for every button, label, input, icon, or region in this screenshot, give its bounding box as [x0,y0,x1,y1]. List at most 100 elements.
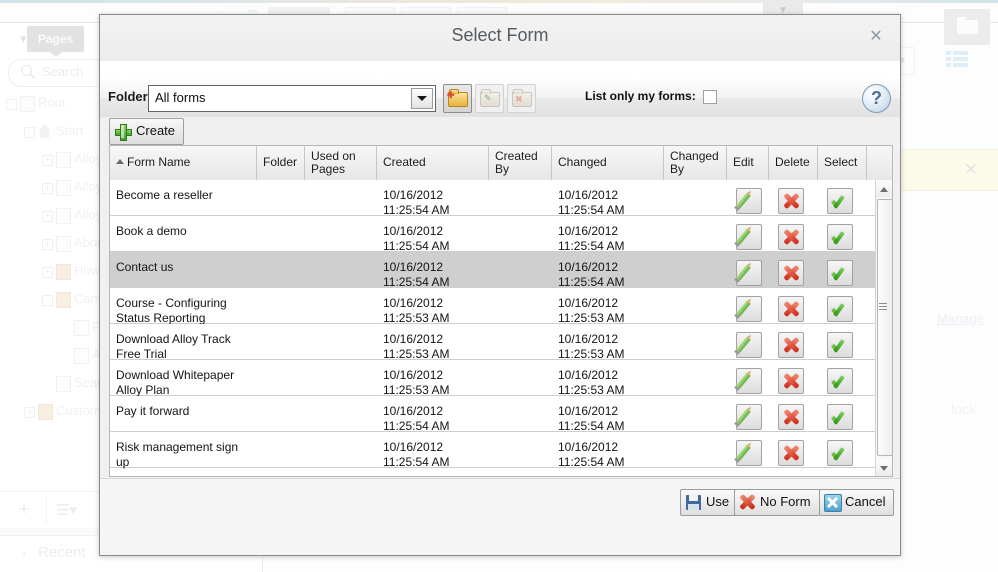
row-edit-button[interactable] [736,296,762,322]
row-delete-button[interactable] [778,440,804,466]
sort-ascending-icon [116,159,124,164]
grid-header-cell[interactable]: Created By [489,146,552,180]
grid-scrollbar[interactable] [875,180,892,476]
grid-header-cell[interactable]: Form Name [110,146,257,180]
row-select-button[interactable] [827,296,853,322]
scroll-up-button[interactable] [876,180,892,197]
tree-toggle-icon[interactable]: - [42,295,53,306]
row-edit-button[interactable] [736,332,762,358]
grid-header-cell[interactable]: Created [377,146,489,180]
close-icon[interactable]: ✕ [866,27,886,47]
tree-toggle-icon[interactable]: + [42,155,53,166]
row-edit-button[interactable] [736,188,762,214]
folder-icon [56,292,71,308]
row-delete-button[interactable] [778,188,804,214]
page-icon [74,348,89,364]
row-edit-button[interactable] [736,224,762,250]
table-row[interactable]: Risk management sign up 10/16/2012 11:25:… [110,432,876,469]
table-row[interactable]: Book a demo 10/16/2012 11:25:54 AM 10/16/2… [110,216,876,253]
grid-header-cell[interactable]: Folder [257,146,305,180]
table-cell [664,324,727,359]
tree-toggle-icon[interactable]: + [42,239,53,250]
row-select-button[interactable] [827,368,853,394]
sidebar-menu-button[interactable]: ☰▾ [56,501,77,519]
folder-button[interactable] [944,9,990,45]
row-delete-button[interactable] [778,332,804,358]
grid-header-cell[interactable]: Changed By [664,146,727,180]
create-button-label: Create [136,123,176,138]
list-only-my-forms-checkbox[interactable] [703,90,717,104]
row-select-button[interactable] [827,404,853,430]
create-button[interactable]: Create [109,118,185,145]
table-cell: Course - Configuring Status Reporting [116,296,227,325]
table-row[interactable]: Pay it forward 10/16/2012 11:25:54 AM 10/1… [110,396,876,433]
manage-link[interactable]: Manage [937,311,984,326]
chevron-down-icon[interactable] [411,88,433,109]
no-form-button[interactable]: No Form [734,489,820,516]
table-row[interactable]: Download Whitepaper Alloy Plan 10/16/2012… [110,360,876,397]
folder-label: Folder: [108,89,153,104]
select-icon [830,301,849,317]
table-cell: 10/16/2012 11:25:54 AM [383,188,450,217]
tree-toggle-icon[interactable]: + [42,211,53,222]
grid-header-label: Changed By [670,149,719,176]
table-cell [305,396,377,431]
grid-header-cell[interactable]: Select [818,146,867,180]
row-edit-button[interactable] [736,260,762,286]
tab-pages[interactable]: Pages [27,26,84,52]
use-button[interactable]: Use [680,489,739,516]
table-cell: 10/16/2012 11:25:53 AM [383,332,450,361]
row-delete-button[interactable] [778,368,804,394]
grid-header-cell[interactable]: Changed [552,146,664,180]
grid-header-cell[interactable]: Edit [727,146,769,180]
tree-toggle-icon[interactable]: - [6,99,17,110]
scrollbar-thumb[interactable] [877,199,892,456]
scroll-down-button[interactable] [876,459,892,476]
tree-toggle-icon[interactable]: + [42,267,53,278]
cancel-button[interactable]: Cancel [819,489,895,516]
grid-header-cell[interactable]: Used on Pages [305,146,377,180]
close-icon[interactable]: ✕ [964,160,978,180]
row-delete-button[interactable] [778,224,804,250]
row-select-button[interactable] [827,440,853,466]
tree-toggle-icon[interactable]: - [24,127,35,138]
table-cell: 10/16/2012 11:25:53 AM [558,368,625,397]
table-row[interactable]: Download Alloy Track Free Trial 10/16/201… [110,324,876,361]
help-icon[interactable]: ? [862,84,891,113]
row-select-button[interactable] [827,188,853,214]
select-icon [830,445,849,461]
tree-toggle-icon[interactable]: + [24,407,35,418]
no-form-button-label: No Form [760,494,811,509]
edit-icon [736,228,751,245]
table-cell [489,180,552,215]
table-cell [257,396,305,431]
grid-header-cell[interactable]: Delete [769,146,818,180]
folder-select-value: All forms [155,90,206,105]
row-select-button[interactable] [827,332,853,358]
row-edit-button[interactable] [736,368,762,394]
table-row[interactable]: Become a reseller 10/16/2012 11:25:54 AM 1… [110,180,876,217]
table-row[interactable]: Course - Configuring Status Reporting 10/… [110,288,876,325]
new-folder-button[interactable]: ✚ [443,84,472,113]
row-edit-button[interactable] [736,404,762,430]
table-cell: 10/16/2012 11:25:54 AM [558,404,625,433]
row-delete-button[interactable] [778,260,804,286]
table-cell [305,432,377,467]
chevron-down-icon[interactable]: ▾ [20,31,27,47]
row-delete-button[interactable] [778,404,804,430]
add-page-button[interactable]: + [8,499,40,521]
table-row[interactable]: Contact us 10/16/2012 11:25:54 AM 10/16/20… [110,252,876,289]
row-select-button[interactable] [827,260,853,286]
row-select-button[interactable] [827,224,853,250]
edit-folder-button[interactable]: ✎ [475,84,504,113]
delete-folder-button[interactable]: ✖ [507,84,536,113]
row-edit-button[interactable] [736,440,762,466]
table-cell [489,252,552,287]
list-view-icon[interactable] [946,51,968,67]
folder-select[interactable]: All forms [148,85,436,112]
table-cell: 10/16/2012 11:25:54 AM [383,440,450,469]
tree-toggle-icon[interactable]: + [42,183,53,194]
row-delete-button[interactable] [778,296,804,322]
table-cell [489,324,552,359]
tree-item-label: Start [56,123,84,138]
